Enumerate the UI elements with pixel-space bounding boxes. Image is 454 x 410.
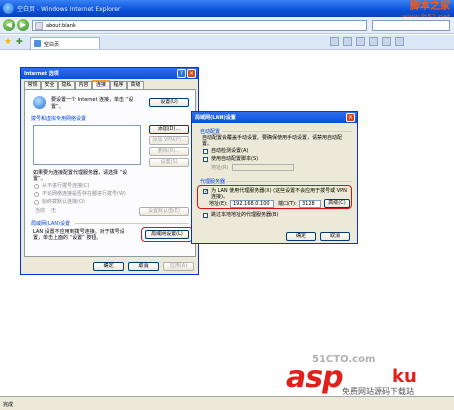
use-proxy-label-line1: 为 LAN 使用代理服务器(X) (这些设置不会应用于拨号或 VPN [211, 188, 347, 194]
radio-never-dial[interactable] [34, 184, 39, 189]
close-button[interactable]: × [187, 69, 196, 78]
tab-security[interactable]: 安全 [41, 81, 58, 89]
use-proxy-label-line2: 连接)。 [211, 194, 228, 200]
dialup-settings-button[interactable]: 设置(S) [149, 158, 189, 167]
auto-detect-label: 自动检测设置(A) [211, 148, 249, 154]
lan-cancel-button[interactable]: 取消 [320, 232, 350, 241]
proxy-separator [226, 181, 352, 182]
proxy-address-input[interactable]: 192.168.0.100 [230, 200, 274, 208]
apply-button[interactable]: 应用(A) [163, 262, 194, 271]
connections-list[interactable] [33, 125, 141, 165]
proxy-hint-line1: 如果要为连接配置代理服务器，请选择 “设 [33, 170, 128, 176]
print-icon[interactable] [356, 37, 365, 46]
lan-group-separator [75, 223, 189, 224]
connections-panel: 要设置一个 Internet 连接，单击 “设 置”。 设置(U) 拨号和虚拟专… [24, 89, 196, 257]
tab-bar: ★ ✚ 空白页 [0, 35, 454, 50]
advanced-button[interactable]: 高级(C) [324, 199, 350, 208]
script-address-input[interactable] [232, 164, 294, 171]
proxy-hint-line2: 置”。 [33, 176, 46, 182]
lan-settings-dialog: 局域网(LAN)设置 × 自动配置 自动配置会覆盖手动设置。要确保使用手动设置，… [191, 111, 358, 244]
lan-titlebar: 局域网(LAN)设置 × [192, 112, 357, 123]
favorites-star-icon[interactable]: ★ [4, 37, 12, 47]
home-icon[interactable] [330, 37, 339, 46]
lan-close-button[interactable]: × [346, 113, 355, 122]
tab-advanced[interactable]: 高级 [127, 81, 144, 89]
ok-button[interactable]: 确定 [93, 262, 124, 271]
help-icon[interactable] [395, 37, 404, 46]
internet-options-title: Internet 选项 [24, 71, 59, 77]
page-menu-icon[interactable] [369, 37, 378, 46]
add-favorite-icon[interactable]: ✚ [16, 37, 23, 47]
tab-content[interactable]: 内容 [75, 81, 92, 89]
tab-general[interactable]: 常规 [24, 81, 41, 89]
current-value: 无 [51, 208, 57, 214]
setup-text-line1: 要设置一个 Internet 连接，单击 “设 [51, 97, 134, 103]
radio-always-dial[interactable] [34, 200, 39, 205]
globe-icon [33, 96, 46, 109]
feeds-icon[interactable] [343, 37, 352, 46]
ie-logo-icon [3, 3, 14, 14]
radio-always-dial-label: 始终拨默认连接(O) [42, 199, 85, 205]
auto-config-desc-line2: 置。 [202, 141, 213, 147]
radio-dial-no-network[interactable] [34, 192, 39, 197]
back-button[interactable]: ◀ [3, 19, 15, 31]
tab-privacy[interactable]: 隐私 [58, 81, 75, 89]
tools-menu-icon[interactable] [382, 37, 391, 46]
proxy-group-label: 代理服务器 [200, 179, 226, 185]
lan-group-label: 局域网(LAN)设置 [31, 221, 70, 227]
tab-connections[interactable]: 连接 [92, 80, 110, 89]
lan-settings-highlight [141, 227, 193, 242]
add-button[interactable]: 添加(D)... [149, 125, 189, 134]
tab-label: 空白页 [44, 42, 60, 48]
status-bar: 完成 [0, 396, 454, 410]
dialup-group-label: 拨号和虚拟专用网络设置 [31, 116, 87, 122]
lan-text-line2: 置，单击上面的 “设置” 按钮。 [33, 235, 102, 241]
help-button[interactable]: ? [177, 69, 186, 78]
lan-ok-button[interactable]: 确定 [286, 232, 316, 241]
add-vpn-button[interactable]: 添加 VPN(P)... [149, 136, 189, 145]
bypass-local-label: 跳过本地地址的代理服务器(B) [211, 212, 279, 218]
internet-options-titlebar: Internet 选项 ? × [21, 68, 198, 79]
current-label: 当前 [35, 208, 46, 214]
setup-text-line2: 置”。 [51, 104, 64, 110]
watermark-ku: ku [392, 366, 417, 387]
proxy-address-label: 地址(E): [209, 201, 228, 207]
tab-blank-page[interactable]: 空白页 [30, 37, 100, 49]
use-script-label: 使用自动配置脚本(S) [211, 156, 259, 162]
script-address-label: 地址(R) [211, 165, 229, 171]
proxy-port-input[interactable]: 3128 [299, 200, 321, 208]
auto-config-desc-line1: 自动配置会覆盖手动设置。要确保使用手动设置，请禁用自动配 [202, 135, 343, 141]
radio-never-dial-label: 从不进行拨号连接(C) [42, 183, 90, 189]
setup-button[interactable]: 设置(U) [149, 98, 189, 107]
auto-config-separator [222, 131, 352, 132]
window-title: 空白页 - Windows Internet Explorer [17, 6, 121, 13]
cancel-button[interactable]: 取消 [128, 262, 159, 271]
address-toolbar: ◀ ▶ about:blank [0, 17, 454, 34]
delete-button[interactable]: 删除(R)... [149, 147, 189, 156]
lan-title: 局域网(LAN)设置 [195, 115, 236, 121]
auto-detect-checkbox[interactable] [203, 149, 208, 154]
watermark-logo: 51CTO.com asp ku 免费网站源码下载站 [280, 354, 454, 396]
tab-page-icon [34, 40, 41, 47]
tab-programs[interactable]: 程序 [110, 81, 127, 89]
watermark-asp: asp [286, 360, 344, 395]
search-input[interactable] [372, 20, 450, 31]
status-text: 完成 [3, 402, 14, 408]
command-bar [330, 37, 454, 49]
page-icon [35, 22, 43, 30]
forward-button[interactable]: ▶ [17, 19, 29, 31]
brand-name: 脚本之家 [410, 1, 450, 12]
internet-options-dialog: Internet 选项 ? × 常规 安全 隐私 内容 连接 程序 高级 要设置… [20, 67, 199, 275]
address-text: about:blank [46, 23, 76, 29]
bypass-local-checkbox[interactable] [203, 213, 208, 218]
radio-dial-no-network-label: 不论网络连接是否存在都进行拨号(W) [42, 191, 126, 197]
proxy-port-label: 端口(T): [278, 201, 297, 207]
use-script-checkbox[interactable] [203, 157, 208, 162]
address-input[interactable]: about:blank [32, 20, 367, 31]
auto-config-group-label: 自动配置 [200, 129, 221, 135]
set-default-button[interactable]: 设置默认值(E) [139, 207, 189, 216]
use-proxy-checkbox[interactable]: ✓ [203, 189, 208, 195]
